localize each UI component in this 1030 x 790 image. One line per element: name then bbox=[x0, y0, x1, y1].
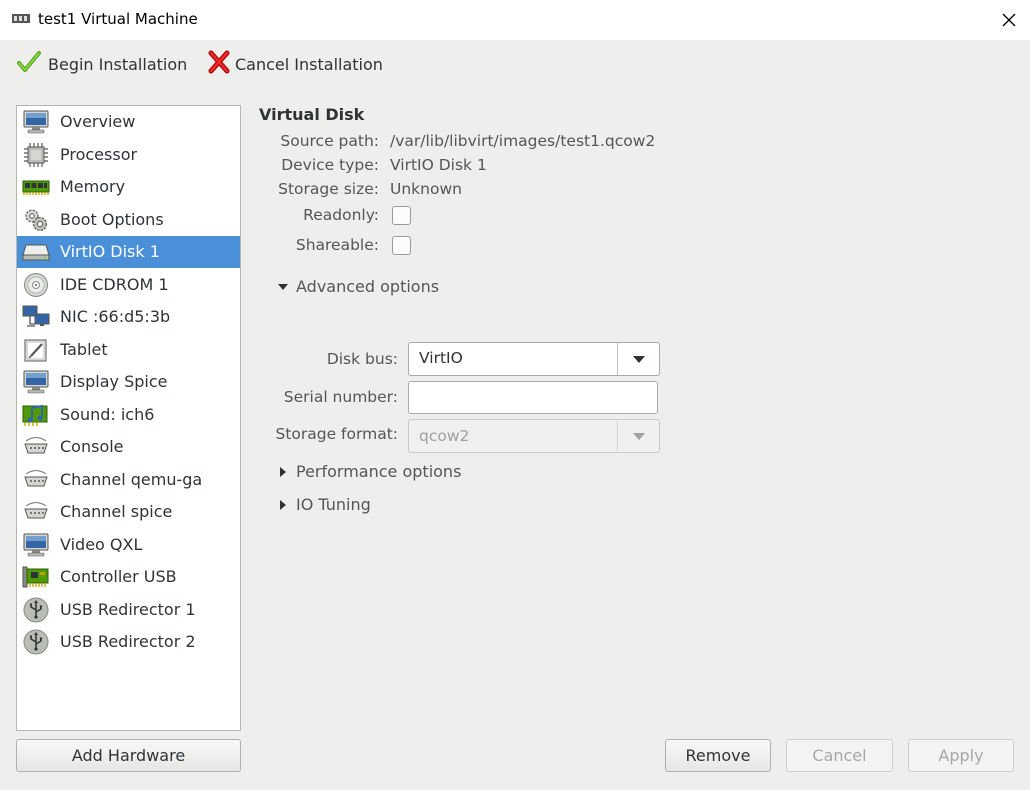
begin-installation-label: Begin Installation bbox=[48, 54, 188, 74]
storage-format-combo: qcow2 bbox=[408, 419, 660, 453]
shareable-label: Shareable: bbox=[295, 236, 379, 254]
cancel-button: Cancel bbox=[786, 739, 893, 772]
sidebar-item-sound-ich6[interactable]: Sound: ich6 bbox=[17, 399, 240, 431]
ram-module-icon bbox=[22, 174, 50, 200]
section-title: Virtual Disk bbox=[259, 105, 365, 124]
sidebar-item-channel-spice[interactable]: Channel spice bbox=[17, 496, 240, 528]
usb-icon bbox=[22, 597, 50, 623]
disk-bus-combo[interactable]: VirtIO bbox=[408, 342, 660, 376]
sidebar-item-label: Video QXL bbox=[60, 534, 143, 554]
performance-options-expander[interactable]: Performance options bbox=[278, 462, 461, 481]
hard-disk-icon bbox=[22, 239, 50, 265]
sidebar-item-label: Channel qemu-ga bbox=[60, 469, 203, 489]
sidebar-item-label: VirtIO Disk 1 bbox=[60, 242, 160, 261]
monitor-icon bbox=[22, 109, 50, 135]
chevron-down-icon bbox=[617, 343, 659, 375]
virt-manager-icon bbox=[11, 12, 31, 26]
cancel-installation-button[interactable]: Cancel Installation bbox=[207, 50, 383, 78]
cancel-x-icon bbox=[207, 49, 231, 79]
sidebar-item-label: Controller USB bbox=[60, 567, 177, 586]
storage-format-value: qcow2 bbox=[419, 427, 470, 445]
serial-port-icon bbox=[22, 434, 50, 460]
expanded-triangle-icon bbox=[278, 282, 288, 292]
network-icon bbox=[22, 304, 50, 330]
close-window-button[interactable] bbox=[994, 5, 1024, 35]
sidebar-item-memory[interactable]: Memory bbox=[17, 171, 240, 203]
collapsed-triangle-icon bbox=[278, 499, 288, 510]
cdrom-icon bbox=[22, 272, 50, 298]
sidebar-item-overview[interactable]: Overview bbox=[17, 106, 240, 138]
readonly-checkbox[interactable] bbox=[392, 206, 411, 225]
sidebar-item-label: NIC :66:d5:3b bbox=[60, 307, 171, 326]
sound-card-icon bbox=[22, 402, 50, 428]
source-path-label: Source path: bbox=[280, 132, 379, 150]
sidebar-item-usb-redirector-1[interactable]: USB Redirector 1 bbox=[17, 594, 240, 626]
sidebar-item-label: Overview bbox=[60, 112, 136, 131]
device-type-label: Device type: bbox=[281, 156, 379, 174]
sidebar-item-label: USB Redirector 2 bbox=[60, 632, 196, 651]
pci-card-icon bbox=[22, 564, 50, 590]
sidebar-item-label: Boot Options bbox=[60, 209, 164, 229]
sidebar-item-nic-66-d5-3b[interactable]: NIC :66:d5:3b bbox=[17, 301, 240, 333]
serial-number-input[interactable] bbox=[408, 381, 658, 414]
remove-button[interactable]: Remove bbox=[665, 739, 771, 772]
advanced-options-label: Advanced options bbox=[296, 277, 440, 296]
sidebar-item-controller-usb[interactable]: Controller USB bbox=[17, 561, 240, 593]
performance-options-label: Performance options bbox=[296, 462, 462, 481]
serial-port-icon bbox=[22, 499, 50, 525]
serial-number-label: Serial number: bbox=[283, 388, 398, 406]
storage-size-value: Unknown bbox=[390, 180, 462, 198]
close-icon bbox=[1002, 13, 1016, 27]
storage-size-label: Storage size: bbox=[278, 180, 379, 198]
tablet-icon bbox=[22, 337, 50, 363]
monitor-icon bbox=[22, 369, 50, 395]
apply-button: Apply bbox=[908, 739, 1014, 772]
begin-installation-button[interactable]: Begin Installation bbox=[16, 50, 187, 78]
collapsed-triangle-icon bbox=[278, 466, 288, 477]
checkmark-icon bbox=[16, 49, 42, 79]
shareable-checkbox[interactable] bbox=[392, 236, 411, 255]
serial-port-icon bbox=[22, 467, 50, 493]
io-tuning-expander[interactable]: IO Tuning bbox=[278, 495, 371, 514]
disk-bus-value: VirtIO bbox=[419, 349, 463, 367]
source-path-value: /var/lib/libvirt/images/test1.qcow2 bbox=[390, 132, 656, 150]
sidebar-item-virtio-disk-1[interactable]: VirtIO Disk 1 bbox=[17, 236, 240, 268]
readonly-label: Readonly: bbox=[303, 206, 379, 224]
gears-icon bbox=[22, 207, 50, 233]
window-title: test1 Virtual Machine bbox=[38, 10, 198, 28]
sidebar-item-tablet[interactable]: Tablet bbox=[17, 334, 240, 366]
sidebar-item-display-spice[interactable]: Display Spice bbox=[17, 366, 240, 398]
disk-bus-label: Disk bus: bbox=[326, 350, 398, 368]
sidebar-item-label: Sound: ich6 bbox=[60, 404, 155, 424]
sidebar-item-label: Channel spice bbox=[60, 502, 173, 521]
sidebar-item-usb-redirector-2[interactable]: USB Redirector 2 bbox=[17, 626, 240, 658]
sidebar-item-label: USB Redirector 1 bbox=[60, 599, 196, 619]
window-body: Begin Installation Cancel Installation O… bbox=[0, 40, 1030, 790]
hardware-list[interactable]: Overview Processor Memory Boot Options VirtI… bbox=[16, 105, 241, 731]
sidebar-item-label: Display Spice bbox=[60, 372, 168, 391]
device-type-value: VirtIO Disk 1 bbox=[390, 156, 487, 174]
sidebar-item-console[interactable]: Console bbox=[17, 431, 240, 463]
sidebar-item-ide-cdrom-1[interactable]: IDE CDROM 1 bbox=[17, 269, 240, 301]
sidebar-item-video-qxl[interactable]: Video QXL bbox=[17, 529, 240, 561]
add-hardware-button[interactable]: Add Hardware bbox=[16, 739, 241, 772]
title-bar: test1 Virtual Machine bbox=[0, 0, 1030, 40]
cancel-installation-label: Cancel Installation bbox=[235, 54, 383, 74]
advanced-options-expander[interactable]: Advanced options bbox=[278, 277, 439, 296]
chevron-down-icon bbox=[617, 420, 659, 452]
sidebar-item-channel-qemu-ga[interactable]: Channel qemu-ga bbox=[17, 464, 240, 496]
sidebar-item-processor[interactable]: Processor bbox=[17, 139, 240, 171]
cpu-chip-icon bbox=[22, 142, 50, 168]
io-tuning-label: IO Tuning bbox=[296, 495, 371, 514]
usb-icon bbox=[22, 629, 50, 655]
sidebar-item-label: Processor bbox=[60, 144, 138, 164]
sidebar-item-label: Memory bbox=[60, 177, 126, 196]
sidebar-item-label: IDE CDROM 1 bbox=[60, 274, 169, 294]
monitor-icon bbox=[22, 532, 50, 558]
storage-format-label: Storage format: bbox=[275, 425, 398, 443]
sidebar-item-label: Console bbox=[60, 437, 124, 456]
sidebar-item-boot-options[interactable]: Boot Options bbox=[17, 204, 240, 236]
sidebar-item-label: Tablet bbox=[60, 339, 108, 359]
